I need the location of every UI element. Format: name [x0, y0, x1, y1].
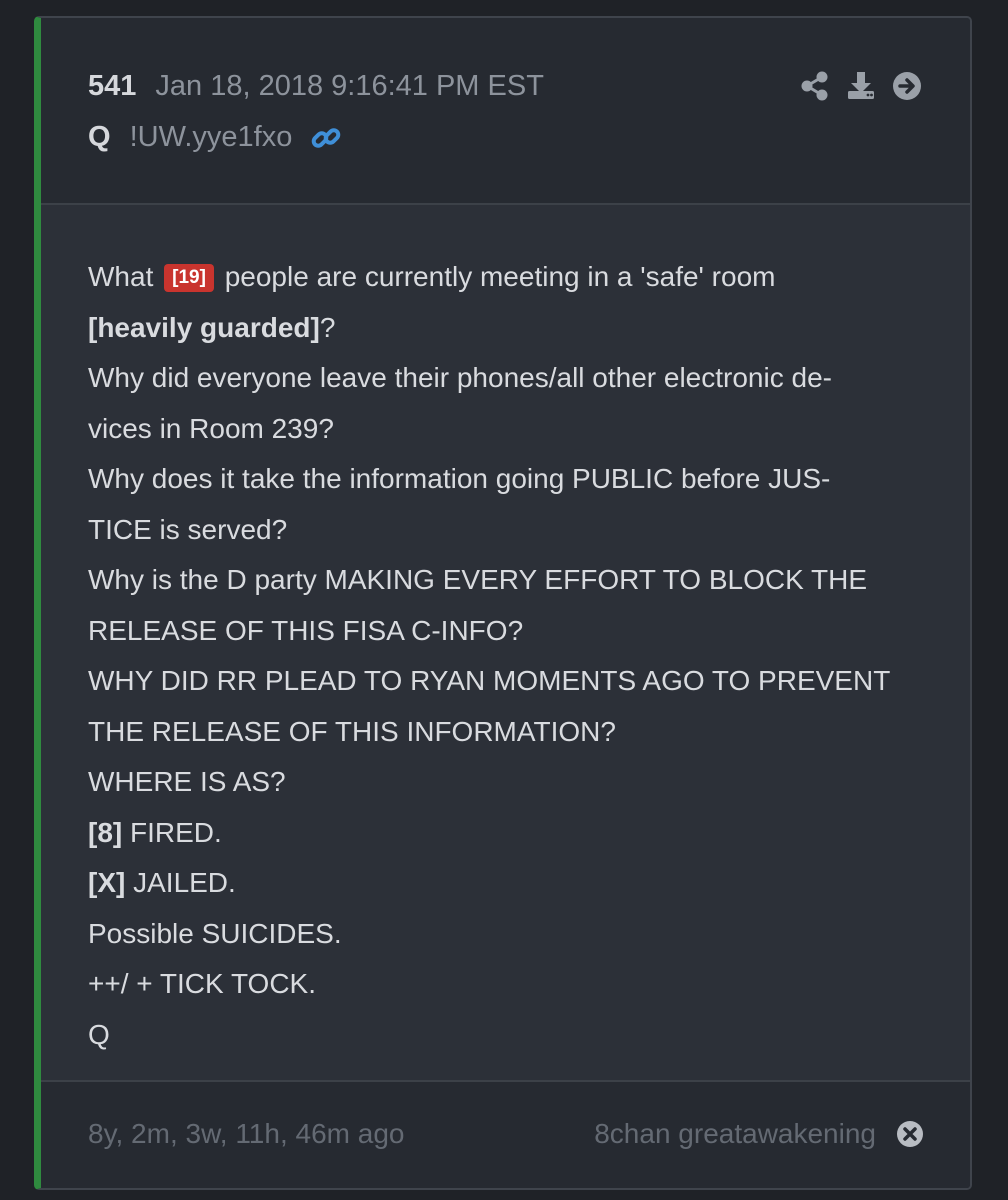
body-line: [8] FIRED. [88, 816, 222, 848]
bold-text: [8] [88, 816, 123, 848]
post-header: 541 Jan 18, 2018 9:16:41 PM EST Q !UW.yy… [41, 18, 970, 205]
tripcode: !UW.yye1fxo [129, 121, 293, 153]
post-card: 541 Jan 18, 2018 9:16:41 PM EST Q !UW.yy… [34, 16, 972, 1190]
close-icon[interactable] [896, 1120, 924, 1148]
body-line: [heavily guarded]? [88, 311, 336, 343]
share-icon[interactable] [800, 70, 830, 102]
post-body: What [19] people are currently meeting i… [88, 252, 930, 1060]
body-line: TICE is served? [88, 513, 288, 545]
body-line: vices in Room 239? [88, 412, 334, 444]
body-line: Possible SUICIDES. [88, 917, 342, 949]
body-line: ++/ + TICK TOCK. [88, 968, 316, 999]
link-icon[interactable] [310, 122, 342, 154]
post-datetime: Jan 18, 2018 9:16:41 PM EST [155, 70, 544, 102]
body-line: THE RELEASE OF THIS INFORMATION? [88, 715, 616, 747]
post-actions [784, 70, 922, 102]
body-line: Why did everyone leave their phones/all … [88, 362, 832, 393]
bold-text: [X] [88, 867, 126, 898]
count-badge: [19] [164, 264, 214, 292]
body-line: WHY DID RR PLEAD TO RYAN MOMENTS AGO TO … [88, 665, 891, 696]
arrow-right-icon[interactable] [892, 70, 922, 102]
body-line: Q [88, 1018, 110, 1050]
post-footer: 8y, 2m, 3w, 11h, 46m ago 8chan greatawak… [41, 1080, 970, 1188]
board-name: 8chan greatawakening [594, 1118, 876, 1149]
bold-text: [heavily guarded] [88, 311, 320, 343]
download-icon[interactable] [846, 70, 876, 102]
body-line: What [19] people are currently meeting i… [88, 261, 776, 292]
body-line: [X] JAILED. [88, 867, 236, 898]
body-line: RELEASE OF THIS FISA C-INFO? [88, 614, 524, 646]
post-meta: 541 Jan 18, 2018 9:16:41 PM EST [88, 70, 544, 103]
author-row: Q !UW.yye1fxo [88, 121, 342, 154]
post-age: 8y, 2m, 3w, 11h, 46m ago [88, 1118, 405, 1149]
body-line: Why does it take the information going P… [88, 463, 831, 494]
body-line: WHERE IS AS? [88, 766, 286, 797]
body-line: Why is the D party MAKING EVERY EFFORT T… [88, 564, 868, 595]
post-number[interactable]: 541 [88, 70, 136, 103]
author-name: Q [88, 121, 111, 153]
